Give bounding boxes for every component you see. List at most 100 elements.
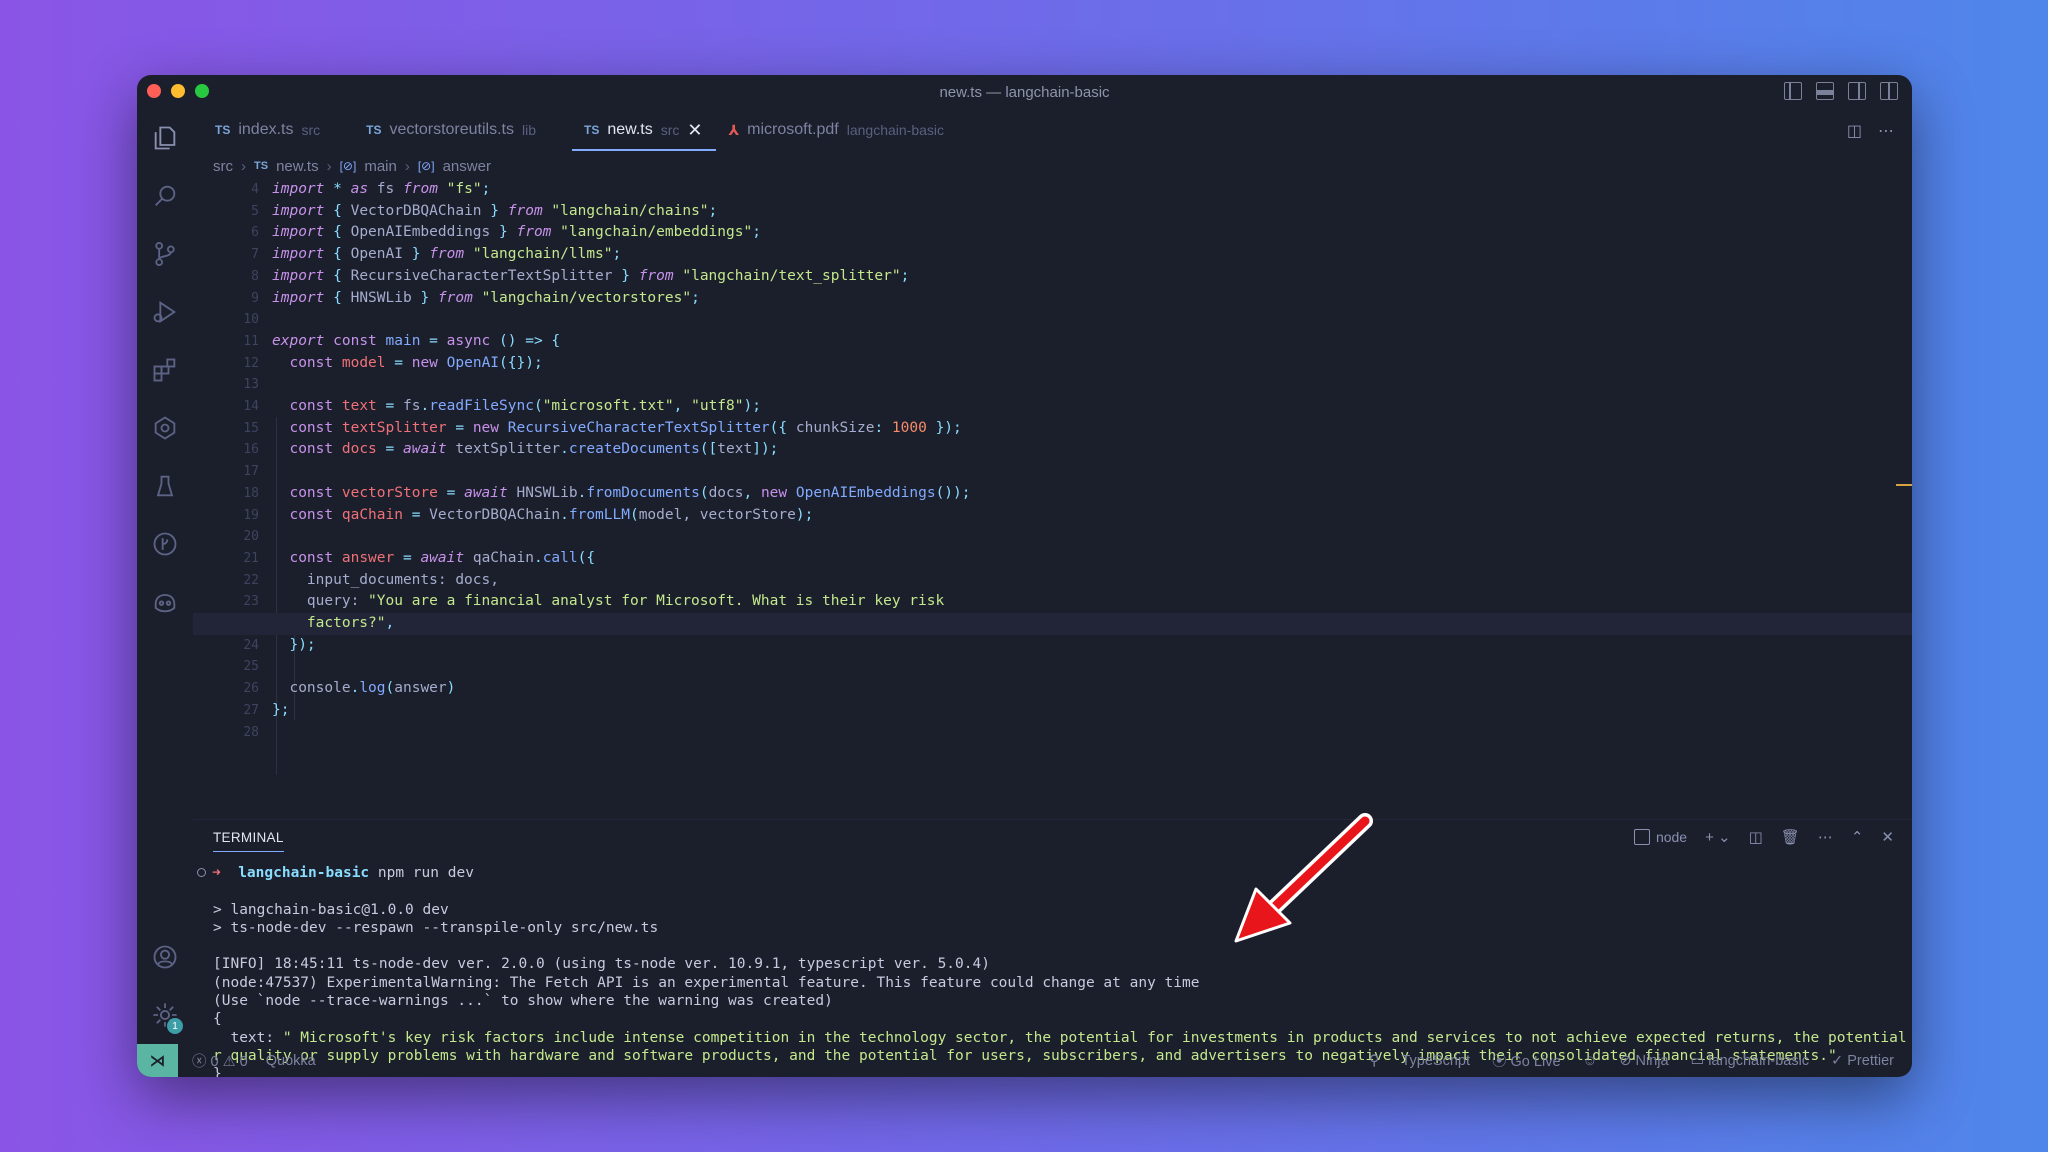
tab-label: new.ts [607,121,653,138]
close-panel-icon[interactable]: ✕ [1881,828,1894,846]
more-actions-icon[interactable]: ⋯ [1878,121,1894,141]
prettier-indicator[interactable]: ✓ Prettier [1831,1053,1894,1069]
code-line: 5 import { VectorDBQAChain } from "langch… [251,202,718,219]
code-line: 23 query: "You are a financial analyst f… [243,593,945,610]
code-line: 24 }); [243,636,316,653]
tab-vectorstoreutils-ts[interactable]: TS vectorstoreutils.ts lib [354,109,550,151]
code-line: 19 const qaChain = VectorDBQAChain.fromL… [243,506,814,523]
code-line: 12 const model = new OpenAI({}); [243,354,543,371]
source-control-icon[interactable] [137,225,193,283]
pin-icon[interactable]: ⚲ [1369,1053,1380,1069]
minimize-window-button[interactable] [171,84,185,98]
terminal-panel: TERMINAL node + ⌄ ◫ 🗑 ⋯ ⌃ ✕ ➜ langchain-… [193,819,1912,1077]
new-terminal-icon[interactable]: + ⌄ [1705,828,1731,846]
language-mode[interactable]: TypeScript [1402,1053,1471,1069]
tab-hint: lib [521,122,536,138]
chevron-right-icon: › [404,157,410,175]
typescript-file-icon: TS [584,123,600,137]
chevron-right-icon: › [241,157,246,175]
symbol-variable-icon: [⊘] [339,159,357,173]
trash-icon[interactable]: 🗑 [1781,828,1800,846]
split-terminal-icon[interactable]: ◫ [1749,828,1763,846]
terminal-prompt: ➜ langchain-basic npm run dev [197,864,1892,882]
code-line: 21 const answer = await qaChain.call({ [243,549,596,566]
tab-hint: langchain-basic [846,122,945,138]
tab-new-ts[interactable]: TS new.ts src ✕ [572,109,717,151]
accounts-icon[interactable] [137,928,193,986]
typescript-file-icon: TS [366,123,382,137]
maximize-panel-icon[interactable]: ⌃ [1851,828,1864,846]
settings-badge: 1 [167,1018,183,1034]
code-editor[interactable]: 4 import * as fs from "fs"; 5 import { Vec… [193,179,1912,819]
manage-gear-icon[interactable]: 1 [137,986,193,1044]
copilot-status-icon[interactable]: ☺ [1583,1053,1598,1069]
tab-label: vectorstoreutils.ts [389,121,514,138]
traffic-lights [147,84,209,98]
code-line: 15 const textSplitter = new RecursiveCha… [243,419,962,436]
code-line: 17 [243,464,259,480]
code-line: 10 [243,312,259,328]
close-tab-icon[interactable]: ✕ [687,120,702,141]
code-line: 9 import { HNSWLib } from "langchain/vect… [251,289,700,306]
breadcrumb-function[interactable]: main [364,158,397,175]
annotation-arrow-icon [1234,813,1373,943]
project-indicator[interactable]: ▭ langchain-basic [1691,1053,1810,1069]
chevron-right-icon: › [326,157,332,175]
typescript-file-icon: TS [254,160,269,172]
copilot-icon[interactable] [137,573,193,631]
tab-label: microsoft.pdf [747,121,839,138]
activity-bar: 1 [137,109,193,1044]
code-line: 16 const docs = await textSplitter.creat… [243,441,779,458]
zoom-window-button[interactable] [195,84,209,98]
code-line: 8 import { RecursiveCharacterTextSplitter… [251,267,910,284]
split-editor-icon[interactable]: ◫ [1847,121,1862,141]
toggle-primary-sidebar-icon[interactable] [1784,82,1802,100]
terminal-shell-selector[interactable]: node [1633,829,1687,845]
tab-microsoft-pdf[interactable]: ⅄ microsoft.pdf langchain-basic [716,109,958,151]
code-line-current: factors?", [193,613,1912,635]
breadcrumb-variable[interactable]: answer [443,158,491,175]
tab-hint: src [660,122,680,138]
more-actions-icon[interactable]: ⋯ [1818,828,1833,846]
remote-explorer-icon[interactable] [137,399,193,457]
code-line: 22 input_documents: docs, [243,571,499,588]
code-line: 18 const vectorStore = await HNSWLib.fro… [243,484,971,501]
search-icon[interactable] [137,167,193,225]
git-graph-icon[interactable] [137,515,193,573]
ninja-indicator[interactable]: ⊘ Ninja [1619,1053,1668,1069]
run-debug-icon[interactable] [137,283,193,341]
code-line: 11 export const main = async () => { [243,332,561,349]
terminal-line: > ts-node-dev --respawn --transpile-only… [213,919,659,936]
tab-hint: src [301,122,321,138]
tab-index-ts[interactable]: TS index.ts src [203,109,334,151]
quokka-indicator[interactable]: Quokka [266,1053,316,1069]
pdf-file-icon: ⅄ [728,121,740,138]
code-line: 4 import * as fs from "fs"; [251,181,491,197]
breadcrumb-folder[interactable]: src [213,158,233,175]
code-line: 25 [243,659,259,675]
toggle-secondary-sidebar-icon[interactable] [1848,82,1866,100]
extensions-icon[interactable] [137,341,193,399]
breadcrumb-file[interactable]: new.ts [276,158,319,175]
code-line: 20 [243,529,259,545]
close-window-button[interactable] [147,84,161,98]
title-bar: new.ts — langchain-basic [137,75,1912,109]
code-line: 13 [243,377,259,393]
window-title: new.ts — langchain-basic [939,83,1110,101]
customize-layout-icon[interactable] [1880,82,1898,100]
terminal-line: { [213,1011,222,1028]
status-bar: ⋊ ⓧ 0 ⚠ 0 Quokka ⚲ TypeScript ⦿ Go Live … [137,1044,1912,1077]
testing-icon[interactable] [137,457,193,515]
tab-terminal[interactable]: TERMINAL [213,830,284,852]
code-line: 28 [243,724,259,740]
tab-label: index.ts [238,121,294,138]
remote-indicator-icon[interactable]: ⋊ [137,1044,178,1077]
code-line: 27}; [243,701,290,718]
code-line: 6 import { OpenAIEmbeddings } from "langc… [251,224,761,241]
toggle-panel-icon[interactable] [1816,82,1834,100]
explorer-icon[interactable] [137,109,193,167]
problems-indicator[interactable]: ⓧ 0 ⚠ 0 [192,1050,248,1071]
terminal-line: > langchain-basic@1.0.0 dev [213,901,449,918]
go-live-button[interactable]: ⦿ Go Live [1492,1050,1561,1071]
terminal-icon [1633,829,1650,845]
